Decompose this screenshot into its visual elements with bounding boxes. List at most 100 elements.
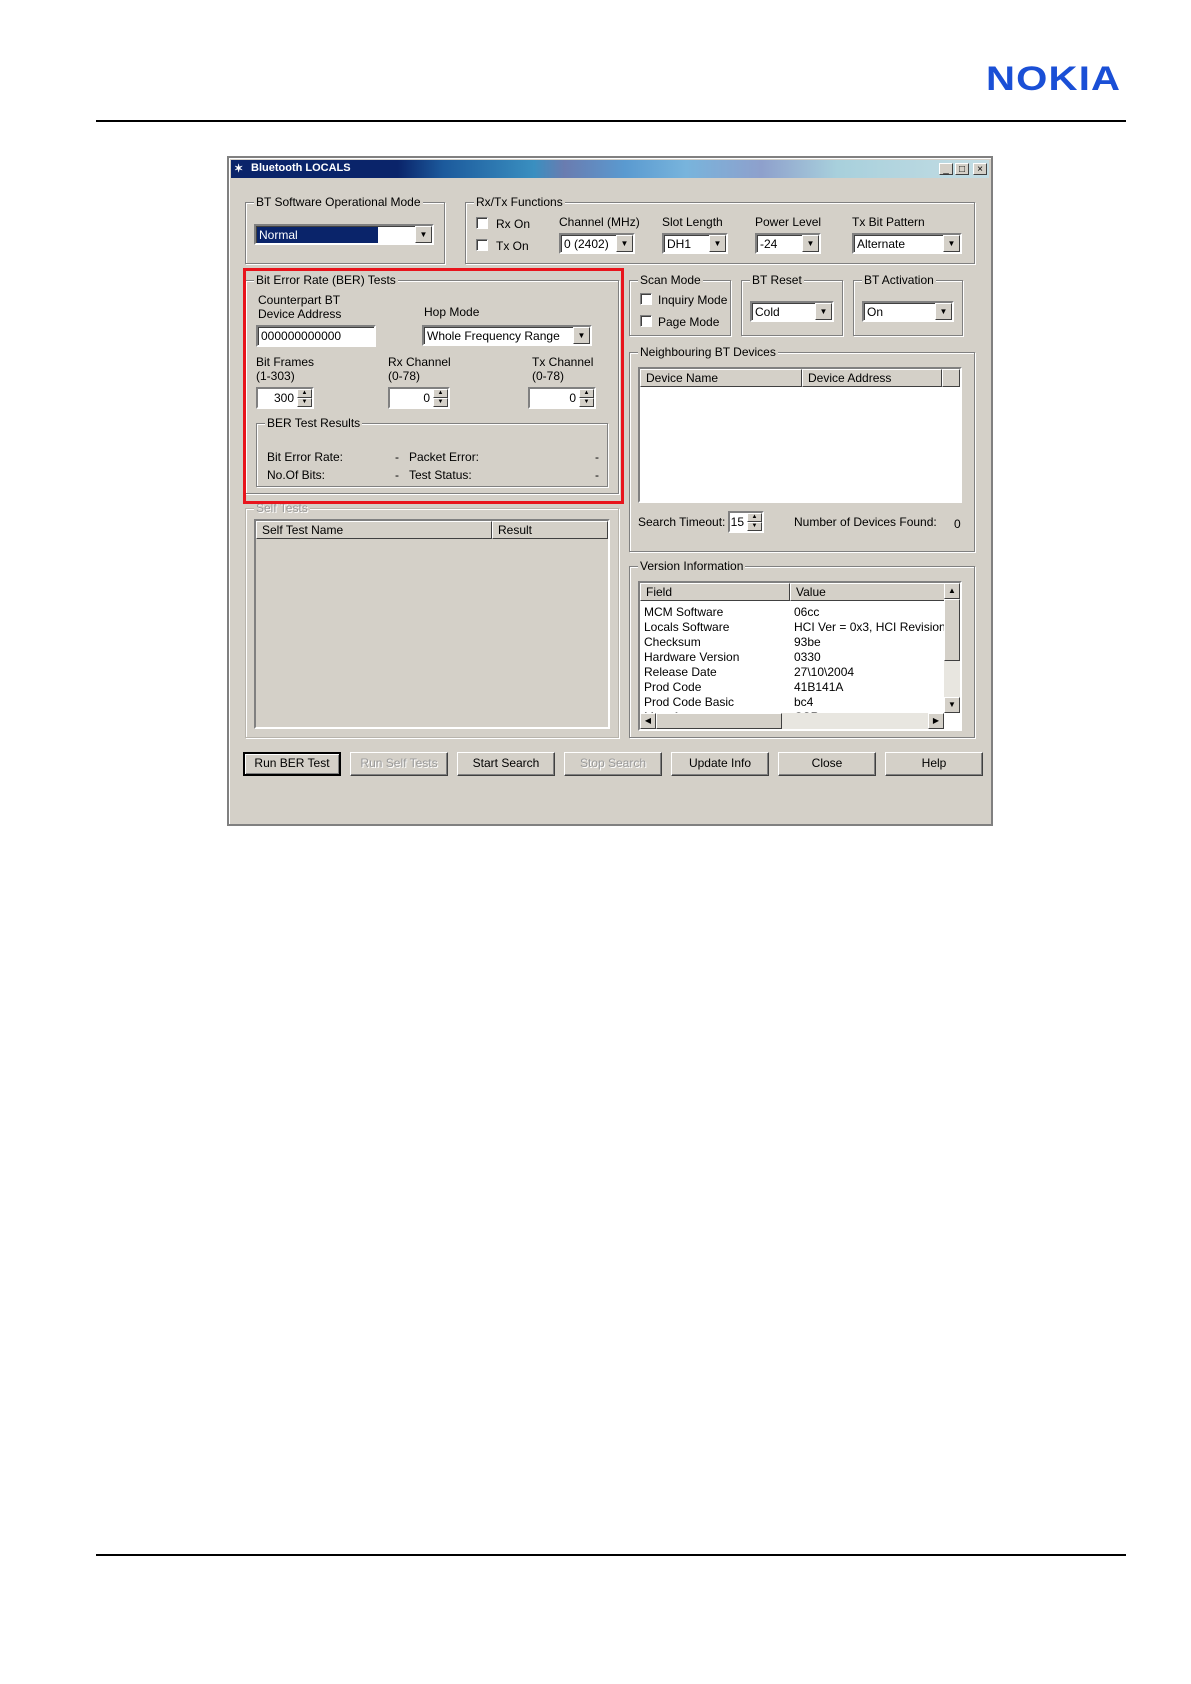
chevron-down-icon[interactable]: ▼ <box>802 235 819 252</box>
channel-select[interactable]: 0 (2402) ▼ <box>559 233 635 254</box>
version-row[interactable]: Prod Code Basic bc4 <box>640 695 946 710</box>
self-test-name-header[interactable]: Self Test Name <box>256 521 492 539</box>
search-timeout-spinner[interactable]: 15 ▲ ▼ <box>728 511 764 533</box>
update-info-button[interactable]: Update Info <box>671 752 769 776</box>
scroll-left-icon[interactable]: ◀ <box>640 713 656 729</box>
scroll-thumb-h[interactable] <box>656 713 782 729</box>
value-header[interactable]: Value <box>790 583 946 601</box>
version-field: Hardware Version <box>644 650 740 664</box>
version-info-legend: Version Information <box>638 559 746 573</box>
tx-bit-pattern-select[interactable]: Alternate ▼ <box>852 233 962 254</box>
version-field: Prod Code <box>644 680 702 694</box>
slot-length-select[interactable]: DH1 ▼ <box>662 233 728 254</box>
maximize-button[interactable]: □ <box>955 163 969 175</box>
field-header[interactable]: Field <box>640 583 790 601</box>
version-row[interactable]: Hardware Version 0330 <box>640 650 946 665</box>
start-search-button[interactable]: Start Search <box>457 752 555 776</box>
window-title: Bluetooth LOCALS <box>251 162 351 174</box>
chevron-down-icon[interactable]: ▼ <box>935 303 952 320</box>
spin-down-icon[interactable]: ▼ <box>747 522 762 531</box>
version-field: Locals Software <box>644 620 730 634</box>
tx-bit-pattern-value: Alternate <box>857 237 906 251</box>
bt-activation-group: BT Activation On ▼ <box>853 273 963 336</box>
slot-length-label: Slot Length <box>662 215 723 229</box>
inquiry-mode-label: Inquiry Mode <box>658 293 728 307</box>
stop-search-button[interactable]: Stop Search <box>564 752 662 776</box>
op-mode-group: BT Software Operational Mode Normal ▼ <box>245 195 445 264</box>
spin-up-icon[interactable]: ▲ <box>747 513 762 522</box>
search-timeout-label: Search Timeout: <box>638 515 726 529</box>
version-value: HCI Ver = 0x3, HCI Revision <box>794 620 946 634</box>
slot-length-value: DH1 <box>667 237 692 251</box>
header-rule <box>96 120 1126 122</box>
version-row[interactable]: Release Date 27\10\2004 <box>640 665 946 680</box>
run-ber-test-button[interactable]: Run BER Test <box>243 752 341 776</box>
chevron-down-icon[interactable]: ▼ <box>616 235 633 252</box>
devices-found-label: Number of Devices Found: <box>794 515 937 529</box>
self-test-result-header[interactable]: Result <box>492 521 608 539</box>
rxtx-group: Rx/Tx Functions Rx On Tx On Channel (MHz… <box>465 195 975 264</box>
version-field: MCM Software <box>644 605 724 619</box>
chevron-down-icon[interactable]: ▼ <box>815 303 832 320</box>
power-level-value: -24 <box>760 237 778 251</box>
scan-mode-group: Scan Mode Inquiry Mode Page Mode <box>629 273 731 336</box>
vertical-scrollbar[interactable]: ▲ ▼ <box>944 583 960 713</box>
version-value: 27\10\2004 <box>794 665 855 679</box>
nokia-logo: NOKIA <box>986 60 1122 98</box>
self-tests-list[interactable]: Self Test Name Result <box>254 519 610 729</box>
op-mode-select[interactable]: Normal ▼ <box>254 224 434 245</box>
scroll-right-icon[interactable]: ▶ <box>928 713 944 729</box>
version-value: 41B141A <box>794 680 844 694</box>
version-list[interactable]: Field Value MCM Software 06cc Locals Softw… <box>638 581 962 731</box>
device-name-header[interactable]: Device Name <box>640 369 802 387</box>
version-value: 06cc <box>794 605 820 619</box>
devices-found-value: 0 <box>954 517 961 531</box>
close-window-button[interactable]: × <box>973 163 987 175</box>
bt-reset-legend: BT Reset <box>750 273 804 287</box>
page-mode-label: Page Mode <box>658 315 720 329</box>
chevron-down-icon[interactable]: ▼ <box>943 235 960 252</box>
close-button[interactable]: Close <box>778 752 876 776</box>
search-timeout-value: 15 <box>730 515 744 529</box>
tx-on-checkbox[interactable] <box>476 239 488 251</box>
rx-on-label: Rx On <box>496 217 531 231</box>
neighbouring-devices-group: Neighbouring BT Devices Device Name Devi… <box>629 345 975 552</box>
inquiry-mode-checkbox[interactable] <box>640 293 652 305</box>
version-row[interactable]: Prod Code 41B141A <box>640 680 946 695</box>
page-mode-checkbox[interactable] <box>640 315 652 327</box>
bt-activation-select[interactable]: On ▼ <box>862 301 954 322</box>
version-info-group: Version Information Field Value MCM Soft… <box>629 559 975 738</box>
bt-activation-value: On <box>867 305 884 319</box>
chevron-down-icon[interactable]: ▼ <box>415 226 432 243</box>
tx-bit-pattern-label: Tx Bit Pattern <box>852 215 925 229</box>
app-icon: ✶ <box>234 163 244 175</box>
version-value: bc4 <box>794 695 814 709</box>
horizontal-scrollbar[interactable]: ◀ ▶ <box>640 713 944 729</box>
footer-rule <box>96 1554 1126 1556</box>
scroll-thumb[interactable] <box>944 599 960 661</box>
run-self-tests-button[interactable]: Run Self Tests <box>350 752 448 776</box>
power-level-select[interactable]: -24 ▼ <box>755 233 821 254</box>
version-row[interactable]: MCM Software 06cc <box>640 605 946 620</box>
rx-on-checkbox[interactable] <box>476 217 488 229</box>
scroll-down-icon[interactable]: ▼ <box>944 697 960 713</box>
minimize-button[interactable]: _ <box>939 163 953 175</box>
chevron-down-icon[interactable]: ▼ <box>709 235 726 252</box>
bt-reset-select[interactable]: Cold ▼ <box>750 301 834 322</box>
scroll-up-icon[interactable]: ▲ <box>944 583 960 599</box>
version-row[interactable]: Checksum 93be <box>640 635 946 650</box>
device-address-header[interactable]: Device Address <box>802 369 942 387</box>
version-rows: MCM Software 06cc Locals Software HCI Ver =… <box>640 601 946 715</box>
bt-reset-value: Cold <box>755 305 780 319</box>
neighbouring-devices-legend: Neighbouring BT Devices <box>638 345 778 359</box>
op-mode-legend: BT Software Operational Mode <box>254 195 423 209</box>
op-mode-value: Normal <box>257 227 378 243</box>
rxtx-legend: Rx/Tx Functions <box>474 195 565 209</box>
title-bar[interactable]: ✶ Bluetooth LOCALS _ □ × <box>231 160 989 178</box>
channel-value: 0 (2402) <box>564 237 609 251</box>
power-level-label: Power Level <box>755 215 822 229</box>
devices-list[interactable]: Device Name Device Address <box>638 367 962 503</box>
version-row[interactable]: Locals Software HCI Ver = 0x3, HCI Revisi… <box>640 620 946 635</box>
help-button[interactable]: Help <box>885 752 983 776</box>
empty-header <box>942 369 960 387</box>
